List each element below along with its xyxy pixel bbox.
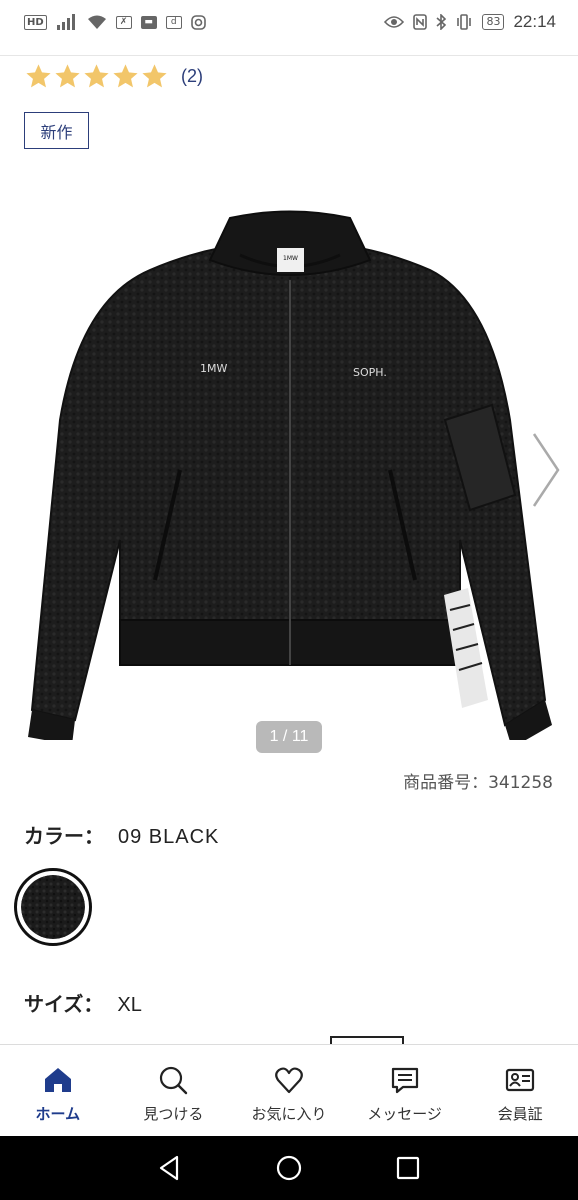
signal-icon bbox=[56, 14, 75, 30]
divider bbox=[0, 55, 578, 56]
member-card-icon bbox=[506, 1068, 535, 1092]
nav-label: メッセージ bbox=[367, 1105, 442, 1123]
star-icon bbox=[84, 64, 109, 88]
heart-icon bbox=[275, 1067, 303, 1094]
wifi-icon bbox=[87, 15, 106, 29]
product-image[interactable]: 1MW 1MW SOPH. bbox=[20, 200, 560, 740]
home-circle-icon[interactable] bbox=[274, 1153, 304, 1183]
clock: 22:14 bbox=[513, 12, 556, 31]
chevron-right-icon[interactable] bbox=[528, 430, 564, 510]
review-count[interactable]: (2) bbox=[181, 66, 203, 87]
size-row: サイズ： XL bbox=[24, 988, 142, 1017]
color-row: カラー： 09 BLACK bbox=[24, 820, 219, 849]
nav-label: ホーム bbox=[35, 1105, 81, 1123]
nfc-icon bbox=[413, 14, 428, 30]
message-icon bbox=[391, 1067, 418, 1094]
system-nav-bar bbox=[0, 1136, 578, 1200]
jacket-text-right: SOPH. bbox=[353, 366, 387, 379]
rating[interactable]: (2) bbox=[24, 62, 203, 91]
color-swatch-black[interactable] bbox=[14, 868, 92, 946]
nav-member-card[interactable]: 会員証 bbox=[462, 1045, 578, 1136]
recents-icon[interactable] bbox=[393, 1153, 423, 1183]
new-badge: 新作 bbox=[24, 112, 89, 149]
nav-label: お気に入り bbox=[251, 1105, 327, 1123]
instagram-icon bbox=[190, 14, 206, 30]
nav-search[interactable]: 見つける bbox=[116, 1045, 232, 1136]
status-bar: HD ✗ ▬ d 83 22:14 bbox=[0, 0, 578, 44]
size-label: サイズ： bbox=[24, 992, 104, 1016]
bluetooth-icon bbox=[436, 14, 447, 30]
color-label: カラー： bbox=[24, 824, 104, 848]
hd-icon: HD bbox=[24, 14, 47, 30]
nav-favorites[interactable]: お気に入り bbox=[231, 1045, 347, 1136]
vibrate-icon bbox=[457, 14, 472, 30]
image-pager: 1 / 11 bbox=[256, 721, 322, 753]
nav-label: 会員証 bbox=[497, 1105, 543, 1123]
search-icon bbox=[160, 1066, 188, 1095]
star-icon bbox=[55, 64, 80, 88]
eye-icon bbox=[384, 16, 405, 28]
nav-home[interactable]: ホーム bbox=[0, 1045, 116, 1136]
app-icon: ▬ bbox=[140, 15, 157, 29]
app-icon: ✗ bbox=[115, 15, 132, 29]
swatch-fabric bbox=[21, 875, 85, 939]
svg-text:1MW: 1MW bbox=[283, 255, 298, 262]
color-value: 09 BLACK bbox=[118, 826, 220, 848]
star-icon bbox=[26, 64, 51, 88]
product-number: 商品番号：341258 bbox=[403, 773, 553, 793]
nav-messages[interactable]: メッセージ bbox=[347, 1045, 463, 1136]
battery-icon: 83 bbox=[482, 14, 505, 30]
star-icon bbox=[142, 64, 167, 88]
home-icon bbox=[44, 1068, 71, 1092]
nav-label: 見つける bbox=[143, 1105, 204, 1123]
bottom-nav: ホーム 見つける お気に入り メッセージ 会員証 bbox=[0, 1044, 578, 1136]
jacket-text-left: 1MW bbox=[200, 362, 227, 375]
star-icon bbox=[113, 64, 138, 88]
app-icon: d bbox=[165, 15, 182, 29]
back-icon[interactable] bbox=[155, 1153, 185, 1183]
size-value: XL bbox=[117, 994, 142, 1016]
